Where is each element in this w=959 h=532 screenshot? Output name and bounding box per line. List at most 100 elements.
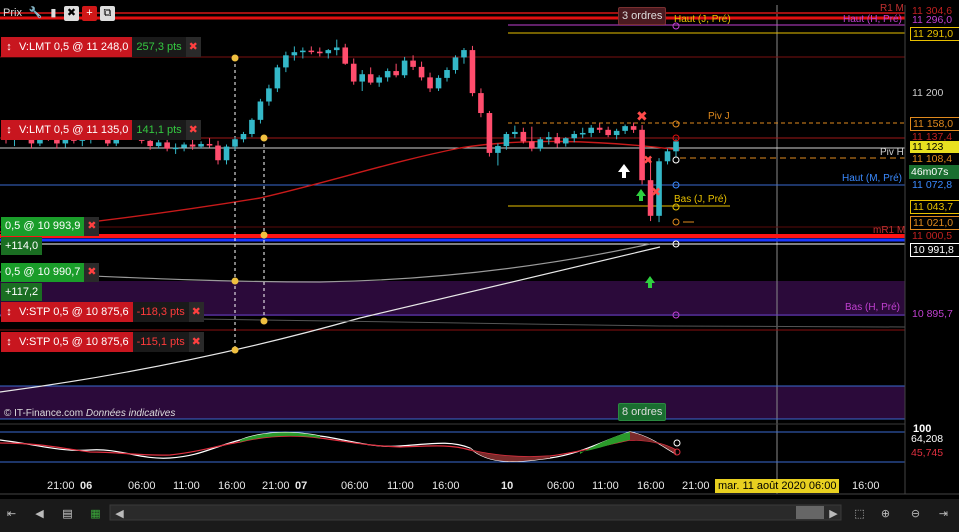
drag-handle-icon[interactable]: ↕ — [1, 120, 17, 140]
level-label: mR1 M — [873, 225, 906, 236]
order-tag[interactable]: ↕ V:LMT 0,5 @ 11 248,0 257,3 pts ✖ — [1, 37, 201, 57]
candle-body — [444, 70, 450, 78]
indicator-axis-label: 64,208 — [911, 433, 944, 445]
candle-body — [147, 140, 153, 147]
candle-body — [605, 129, 611, 136]
candle-body — [435, 77, 442, 89]
candle-body — [376, 77, 382, 83]
time-axis-label: 16:00 — [852, 480, 880, 492]
candle-body — [401, 60, 408, 76]
layout-icon[interactable]: ▤ — [60, 506, 75, 521]
candle-body — [333, 47, 340, 51]
level-label: Piv H — [880, 147, 904, 158]
time-axis-label: 11:00 — [173, 480, 200, 492]
price-chart[interactable]: ✖ ✖ ✖ — [0, 0, 959, 532]
candle-body — [181, 144, 187, 148]
order-label: V:LMT 0,5 @ 11 135,0 — [17, 120, 133, 140]
candle-body — [393, 71, 399, 76]
watermark-brand: © IT-Finance.com — [4, 408, 84, 419]
time-axis-label: 11:00 — [387, 480, 414, 492]
scroll-start-icon[interactable]: ⇤ — [4, 506, 19, 521]
price-axis-label: 11 123 — [910, 141, 959, 153]
price-axis-label: 11 000,5 — [912, 230, 953, 242]
svg-text:✖: ✖ — [636, 108, 648, 124]
wrench-icon[interactable]: 🔧 — [28, 6, 43, 21]
order-label: V:STP 0,5 @ 10 875,6 — [17, 332, 133, 352]
split-icon[interactable]: ▦ — [88, 506, 103, 521]
position-tag[interactable]: 0,5 @ 10 990,7 ✖ — [1, 263, 100, 282]
candle-body — [308, 50, 315, 53]
price-axis-label: 11 296,0 — [912, 14, 953, 26]
zoom-in-icon[interactable]: ⊕ — [878, 506, 893, 521]
zoom-icon[interactable]: ⬚ — [852, 506, 867, 521]
bar-chart-icon[interactable]: ▮ — [46, 6, 61, 21]
drag-handle-icon[interactable]: ↕ — [1, 37, 17, 57]
candle-body — [283, 55, 289, 68]
level-label: Haut (J, Pré) — [674, 14, 731, 25]
scroll-right-icon[interactable]: ▶ — [826, 506, 841, 521]
scroll-left-fast-icon[interactable]: ◀ — [32, 506, 47, 521]
candle-body — [367, 74, 374, 83]
candle-body — [316, 51, 323, 54]
position-tag[interactable]: 0,5 @ 10 993,9 ✖ — [1, 217, 100, 236]
candle-body — [172, 147, 179, 150]
time-axis-label: 06:00 — [547, 480, 575, 492]
scroll-left-icon[interactable]: ◀ — [112, 506, 127, 521]
order-tag[interactable]: ↕ V:LMT 0,5 @ 11 135,0 141,1 pts ✖ — [1, 120, 201, 140]
chart-toolbar: Prix 🔧 ▮ ✖ + ⧉ — [0, 4, 115, 22]
time-axis-label: 16:00 — [637, 480, 665, 492]
zoom-out-icon[interactable]: ⊖ — [908, 506, 923, 521]
time-axis-label: 21:00 — [682, 480, 710, 492]
candle-body — [155, 142, 162, 147]
chart-title: Prix — [3, 7, 22, 19]
add-icon[interactable]: + — [81, 5, 97, 21]
candle-body — [164, 142, 170, 149]
candle-body — [545, 137, 552, 140]
candle-body — [206, 143, 213, 146]
level-label: Bas (J, Pré) — [674, 194, 727, 205]
candle-body — [266, 88, 272, 102]
candle-body — [291, 52, 298, 56]
price-axis-label: 11 072,8 — [912, 179, 953, 191]
cancel-order-icon[interactable]: ✖ — [185, 37, 201, 57]
scrollbar-thumb[interactable] — [796, 506, 824, 519]
candle-body — [418, 66, 425, 78]
time-axis-label: 11:00 — [592, 480, 619, 492]
candle-body — [588, 127, 594, 133]
candle-body — [596, 127, 603, 130]
cursor-date-label: mar. 11 août 2020 06:00 — [715, 479, 840, 493]
order-label: V:LMT 0,5 @ 11 248,0 — [17, 37, 133, 57]
order-points: 141,1 pts — [132, 120, 186, 140]
candle-body — [189, 144, 196, 147]
drag-handle-icon[interactable]: ↕ — [1, 332, 17, 352]
scroll-end-icon[interactable]: ⇥ — [936, 506, 951, 521]
order-tag[interactable]: ↕ V:STP 0,5 @ 10 875,6 -115,1 pts ✖ — [1, 332, 204, 352]
time-axis-label: 06:00 — [341, 480, 369, 492]
svg-text:✖: ✖ — [651, 185, 661, 199]
order-tag[interactable]: ↕ V:STP 0,5 @ 10 875,6 -118,3 pts ✖ — [1, 302, 204, 322]
orders-badge-top[interactable]: 3 ordres — [618, 7, 667, 25]
candle-body — [503, 134, 510, 147]
level-label: Haut (M, Pré) — [842, 173, 903, 184]
candle-body — [520, 131, 527, 142]
indicator-axis-label: 45,745 — [911, 447, 944, 459]
detach-icon[interactable]: ⧉ — [99, 5, 115, 21]
time-axis-label: 06:00 — [128, 480, 156, 492]
cancel-order-icon[interactable]: ✖ — [188, 302, 204, 322]
scrollbar-track[interactable] — [109, 504, 842, 521]
drag-handle-icon[interactable]: ↕ — [1, 302, 17, 322]
close-icon[interactable]: ✖ — [63, 5, 79, 21]
orders-badge-bottom[interactable]: 8 ordres — [618, 403, 667, 421]
close-position-icon[interactable]: ✖ — [84, 263, 100, 282]
close-position-icon[interactable]: ✖ — [84, 217, 100, 236]
candle-body — [630, 126, 637, 130]
cancel-order-icon[interactable]: ✖ — [188, 332, 204, 352]
candle-body — [622, 126, 628, 131]
cancel-order-icon[interactable]: ✖ — [185, 120, 201, 140]
candle-body — [198, 143, 204, 147]
order-points: 257,3 pts — [132, 37, 186, 57]
candle-body — [249, 119, 255, 135]
candle-body — [562, 138, 569, 144]
level-label: Piv J — [708, 111, 730, 122]
price-axis-label: 11 200 — [912, 87, 944, 99]
